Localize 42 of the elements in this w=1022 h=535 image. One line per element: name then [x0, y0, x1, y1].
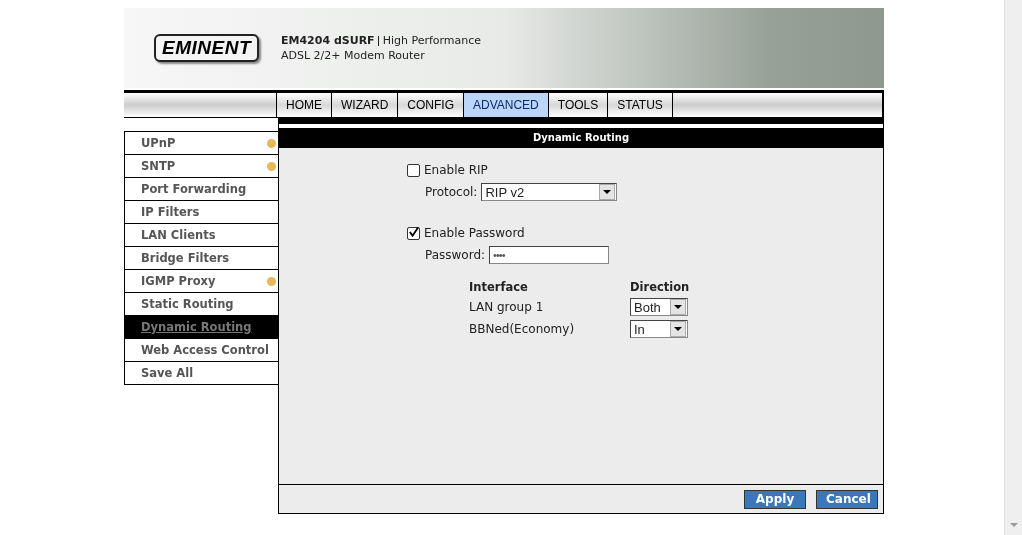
model-name: EM4204 dSURF: [281, 34, 375, 47]
field-label: Protocol:: [425, 185, 478, 199]
sidebar-item[interactable]: Save All: [124, 362, 279, 385]
nav-tab[interactable]: WIZARD: [332, 93, 399, 117]
checkbox-label: Enable Password: [424, 226, 525, 240]
checkbox[interactable]: [407, 226, 420, 240]
nav-tab[interactable]: ADVANCED: [464, 93, 549, 117]
dropdown-arrow-icon: [674, 327, 682, 331]
checkbox[interactable]: [407, 163, 420, 177]
direction-select[interactable]: In: [630, 320, 688, 338]
interface-name: LAN group 1: [469, 300, 545, 314]
sidebar-item[interactable]: LAN Clients: [124, 224, 279, 247]
field-label: Password:: [425, 248, 486, 262]
product-subtitle: ADSL 2/2+ Modem Router: [281, 48, 426, 63]
checkbox-label: Enable RIP: [424, 163, 488, 177]
protocol-select[interactable]: RIP v2: [481, 183, 618, 201]
sidebar-item[interactable]: IGMP Proxy: [124, 270, 279, 293]
direction-select[interactable]: Both: [630, 298, 688, 316]
sidebar-item[interactable]: SNTP: [124, 155, 279, 178]
nav-tab[interactable]: STATUS: [608, 93, 673, 117]
column-header: Interface: [469, 280, 529, 294]
sidebar-item[interactable]: Static Routing: [124, 293, 279, 316]
nav-tab[interactable]: TOOLS: [548, 93, 609, 117]
apply-button[interactable]: Apply: [744, 489, 806, 509]
panel-title: Dynamic Routing: [279, 128, 883, 148]
sidebar-item[interactable]: Bridge Filters: [124, 247, 279, 270]
sidebar-item[interactable]: Dynamic Routing: [124, 316, 279, 339]
dropdown-arrow-icon: [674, 305, 682, 309]
tagline: High Performance: [382, 34, 482, 47]
password-field[interactable]: ••••: [489, 246, 610, 264]
column-header: Direction: [630, 280, 690, 294]
sidebar-item[interactable]: IP Filters: [124, 201, 279, 224]
nav-tab[interactable]: CONFIG: [398, 93, 464, 117]
nav-tab[interactable]: HOME: [277, 93, 332, 117]
scrollbar[interactable]: [1004, 0, 1022, 535]
cancel-button[interactable]: Cancel: [816, 489, 878, 509]
sidebar-item[interactable]: UPnP: [124, 131, 279, 155]
brand-logo: EMINENT: [154, 34, 259, 62]
sidebar-item[interactable]: Web Access Control: [124, 339, 279, 362]
dropdown-arrow-icon: [603, 190, 612, 194]
sidebar-item[interactable]: Port Forwarding: [124, 178, 279, 201]
interface-name: BBNed(Economy): [469, 322, 576, 336]
